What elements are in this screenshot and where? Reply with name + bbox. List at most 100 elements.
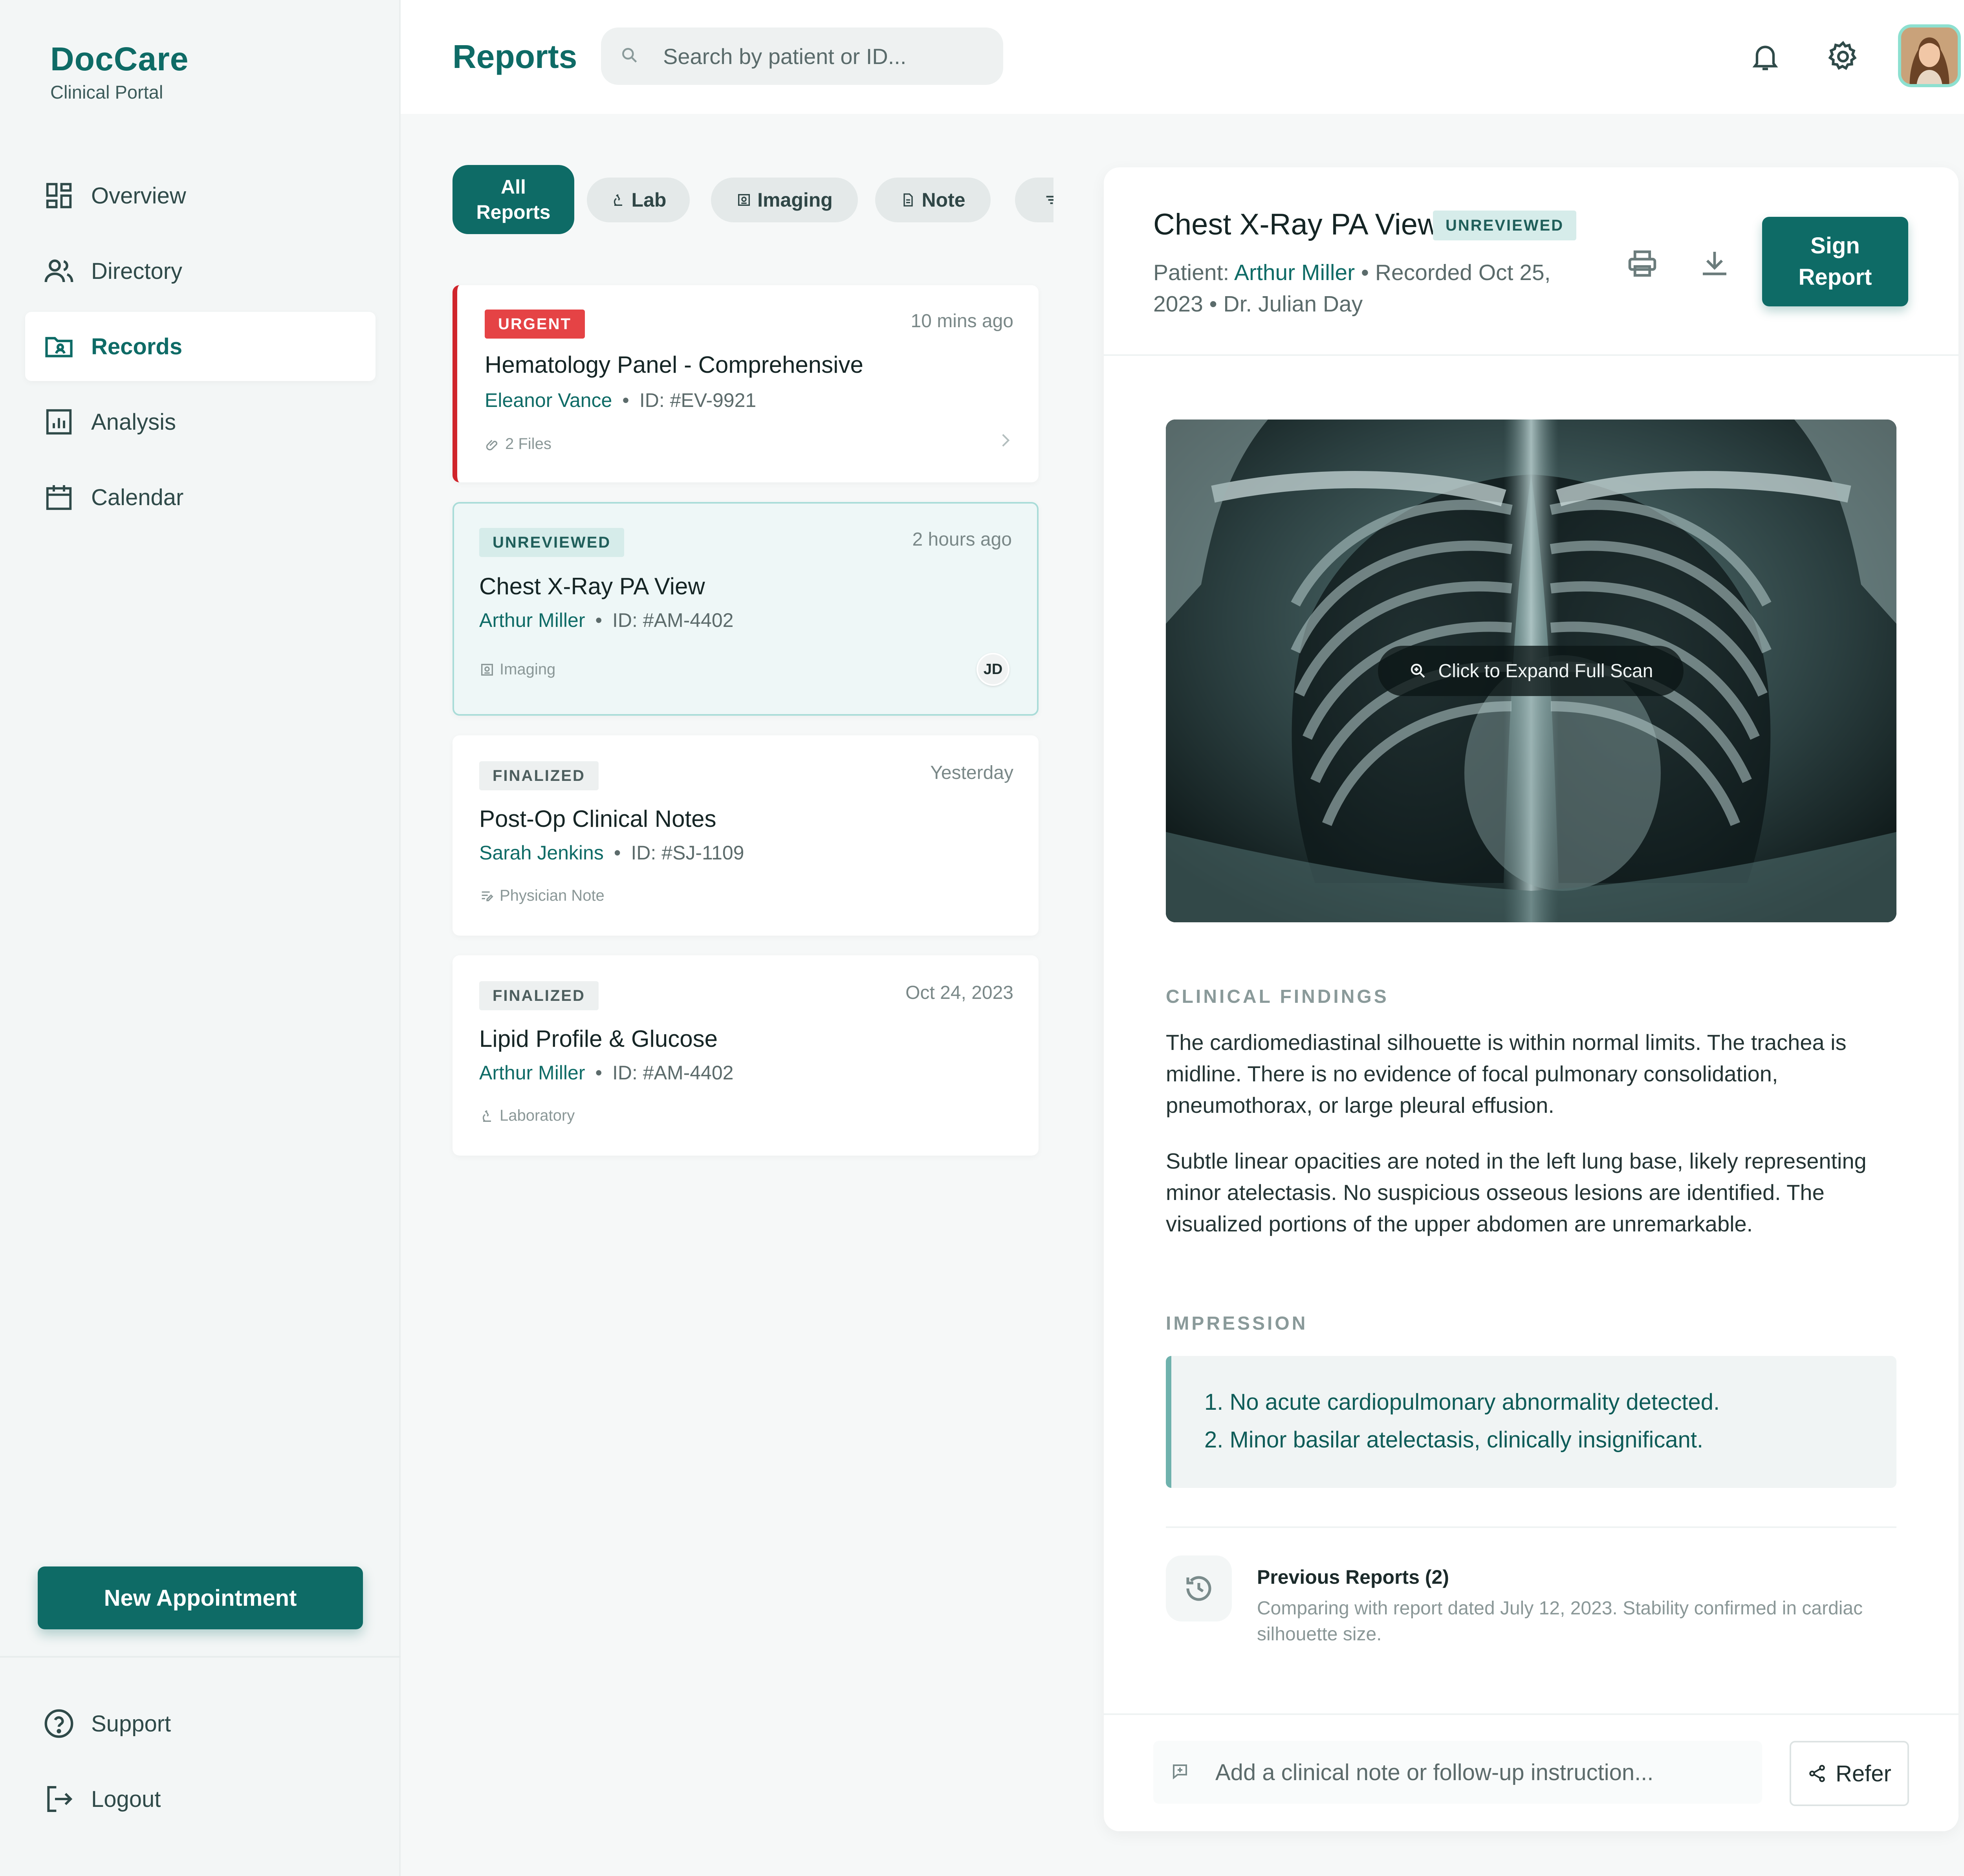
status-badge: FINALIZED <box>479 761 599 790</box>
report-meta: Arthur Miller • ID: #AM-4402 <box>479 1062 734 1084</box>
impression-item: 1. No acute cardiopulmonary abnormality … <box>1204 1389 1720 1415</box>
print-icon[interactable] <box>1621 242 1664 285</box>
share-icon <box>1807 1764 1827 1783</box>
filter-more-button[interactable] <box>1015 178 1053 222</box>
patient-name[interactable]: Sarah Jenkins <box>479 842 604 864</box>
sidebar-nav: Overview Directory Records Analysis Cale… <box>25 161 376 538</box>
sidebar-item-records[interactable]: Records <box>25 312 376 381</box>
logout-icon <box>42 1783 75 1816</box>
sidebar-item-support[interactable]: Support <box>25 1689 376 1758</box>
new-appointment-button[interactable]: New Appointment <box>38 1566 363 1629</box>
status-badge: UNREVIEWED <box>479 528 625 557</box>
report-meta: Sarah Jenkins • ID: #SJ-1109 <box>479 842 744 864</box>
bar-chart-icon <box>42 405 75 438</box>
impression-box: 1. No acute cardiopulmonary abnormality … <box>1166 1356 1896 1488</box>
report-card-selected[interactable]: UNREVIEWED 2 hours ago Chest X-Ray PA Vi… <box>453 502 1039 716</box>
impression-item: 2. Minor basilar atelectasis, clinically… <box>1204 1427 1704 1453</box>
report-detail-title: Chest X-Ray PA View <box>1153 208 1439 241</box>
previous-reports-summary: Comparing with report dated July 12, 202… <box>1257 1598 1863 1645</box>
search-icon <box>620 46 639 67</box>
bell-icon[interactable] <box>1746 37 1785 76</box>
report-time: 10 mins ago <box>911 311 1014 332</box>
findings-paragraph: The cardiomediastinal silhouette is with… <box>1166 1030 1847 1118</box>
report-time: Yesterday <box>930 762 1013 783</box>
sidebar-item-label: Logout <box>91 1786 161 1812</box>
report-footer-label: Imaging <box>500 661 556 678</box>
folder-user-icon <box>42 330 75 363</box>
patient-id: ID: #AM-4402 <box>612 1062 734 1084</box>
sidebar-item-logout[interactable]: Logout <box>25 1764 376 1834</box>
report-meta: Eleanor Vance • ID: #EV-9921 <box>485 389 757 411</box>
findings-paragraph: Subtle linear opacities are noted in the… <box>1166 1149 1867 1236</box>
refer-button[interactable]: Refer <box>1790 1741 1909 1806</box>
patient-name[interactable]: Arthur Miller <box>479 1062 585 1084</box>
zoom-in-icon <box>1409 661 1427 680</box>
calendar-icon <box>42 481 75 514</box>
report-footer-label: Laboratory <box>500 1107 575 1124</box>
filter-label: All Reports <box>476 176 551 223</box>
report-meta: Arthur Miller • ID: #AM-4402 <box>479 609 734 631</box>
patient-id: ID: #EV-9921 <box>639 389 757 411</box>
sign-report-button[interactable]: Sign Report <box>1762 217 1908 306</box>
chevron-right-icon <box>995 431 1015 452</box>
patient-prefix: Patient: <box>1153 260 1234 285</box>
page-title: Reports <box>453 38 577 75</box>
brand-name: DocCare <box>50 40 189 77</box>
report-card[interactable]: FINALIZED Oct 24, 2023 Lipid Profile & G… <box>453 955 1039 1156</box>
report-card[interactable]: FINALIZED Yesterday Post-Op Clinical Not… <box>453 735 1039 936</box>
filter-tabs: All Reports Lab Imaging Note <box>453 165 1053 236</box>
patient-name-link[interactable]: Arthur Miller <box>1234 260 1355 285</box>
avatar[interactable] <box>1898 24 1961 87</box>
filter-lab[interactable]: Lab <box>587 178 690 222</box>
filter-all-reports[interactable]: All Reports <box>453 165 574 234</box>
impression-heading: IMPRESSION <box>1166 1313 1308 1334</box>
status-badge: UNREVIEWED <box>1433 211 1577 240</box>
sidebar-item-calendar[interactable]: Calendar <box>25 463 376 532</box>
patient-id: ID: #SJ-1109 <box>631 842 744 864</box>
filter-label: Lab <box>631 189 667 211</box>
microscope-icon <box>610 192 626 208</box>
report-title: Hematology Panel - Comprehensive <box>485 352 863 378</box>
xray-image[interactable]: Click to Expand Full Scan <box>1166 420 1896 922</box>
report-title: Lipid Profile & Glucose <box>479 1026 718 1052</box>
expand-scan-button[interactable]: Click to Expand Full Scan <box>1378 646 1684 696</box>
report-title: Chest X-Ray PA View <box>479 573 705 599</box>
search-input[interactable]: Search by patient or ID... <box>601 27 1003 85</box>
sidebar-item-label: Calendar <box>91 484 184 510</box>
report-footer: Laboratory <box>479 1107 575 1125</box>
sidebar: DocCare Clinical Portal Overview Directo… <box>0 0 401 1876</box>
refer-label: Refer <box>1836 1761 1891 1786</box>
report-footer-label: Physician Note <box>500 887 605 904</box>
patient-name[interactable]: Eleanor Vance <box>485 389 612 411</box>
assignee-avatar: JD <box>977 653 1009 686</box>
status-badge: URGENT <box>485 310 585 339</box>
report-title: Post-Op Clinical Notes <box>479 806 716 832</box>
sidebar-divider <box>0 1656 401 1658</box>
sidebar-item-label: Directory <box>91 258 183 284</box>
sidebar-item-directory[interactable]: Directory <box>25 236 376 306</box>
report-card[interactable]: URGENT 10 mins ago Hematology Panel - Co… <box>453 285 1039 482</box>
sidebar-item-analysis[interactable]: Analysis <box>25 387 376 456</box>
divider <box>1166 1526 1896 1528</box>
report-time: 2 hours ago <box>912 529 1012 550</box>
clinical-note-input[interactable]: Add a clinical note or follow-up instruc… <box>1153 1741 1762 1804</box>
filter-label: Note <box>922 189 966 211</box>
attachment-icon <box>485 436 500 452</box>
expand-scan-label: Click to Expand Full Scan <box>1438 660 1653 682</box>
microscope-icon <box>479 1108 495 1124</box>
filter-imaging[interactable]: Imaging <box>711 178 858 222</box>
gear-icon[interactable] <box>1823 37 1863 76</box>
report-detail-panel: Chest X-Ray PA View UNREVIEWED Patient: … <box>1104 167 1959 1831</box>
patient-name[interactable]: Arthur Miller <box>479 609 585 631</box>
download-icon[interactable] <box>1693 242 1736 285</box>
patient-id: ID: #AM-4402 <box>612 609 734 631</box>
brand: DocCare Clinical Portal <box>50 40 189 103</box>
note-edit-icon <box>479 888 495 904</box>
report-footer: Imaging <box>479 661 555 678</box>
sidebar-item-overview[interactable]: Overview <box>25 161 376 230</box>
filter-note[interactable]: Note <box>875 178 991 222</box>
previous-reports-link[interactable]: Previous Reports (2) <box>1257 1566 1449 1588</box>
report-detail-footer: Add a clinical note or follow-up instruc… <box>1104 1713 1959 1831</box>
sidebar-item-label: Overview <box>91 183 186 209</box>
report-footer-label: 2 Files <box>505 435 551 453</box>
